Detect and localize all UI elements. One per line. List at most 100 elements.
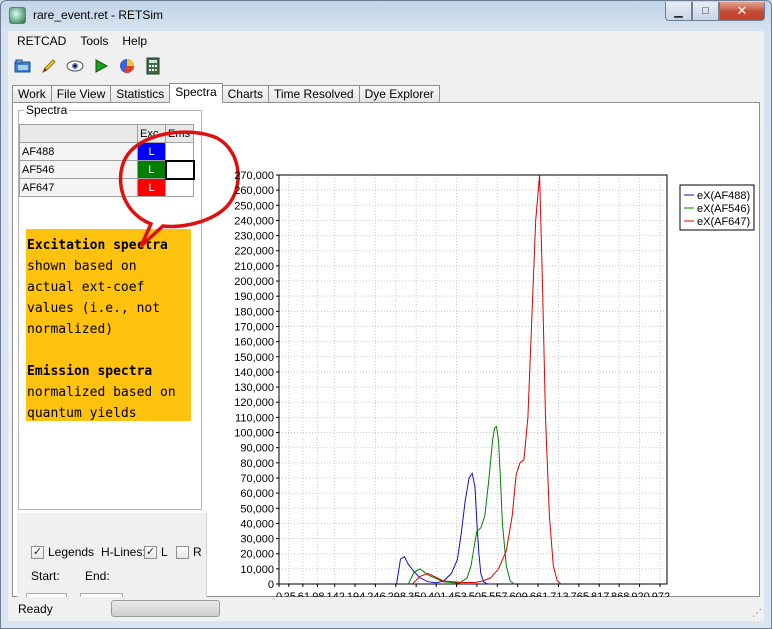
y-tick-label: 40,000: [240, 518, 274, 530]
grid-empty-cell: [194, 161, 220, 179]
window-controls: ▁ □ ✕: [665, 2, 765, 22]
emission-line: quantum yields: [27, 406, 137, 421]
y-tick-label: 210,000: [234, 261, 274, 273]
exc-cell-af488[interactable]: L: [137, 142, 166, 161]
excitation-line: shown based on: [27, 259, 137, 274]
app-icon: [9, 7, 26, 24]
app-window: rare_event.ret - RETSim ▁ □ ✕ RETCAD Too…: [0, 0, 772, 629]
hline-right-checkbox[interactable]: R: [176, 545, 202, 559]
grid-corner: [19, 124, 138, 143]
spectra-group-label: Spectra: [24, 103, 70, 117]
spectra-tab-panel: Spectra Exc Ems AF488 L AF546 L AF647 L …: [12, 102, 760, 613]
excitation-line: actual ext-coef: [27, 280, 145, 295]
spectra-grid: Exc Ems AF488 L AF546 L AF647 L: [19, 124, 220, 197]
menu-tools[interactable]: Tools: [73, 32, 115, 50]
menu-help[interactable]: Help: [115, 32, 154, 50]
play-icon: [95, 59, 109, 73]
y-tick-label: 160,000: [234, 337, 274, 349]
chart-svg: 0 10,000 20,000 30,000 40,000 50,000 60,000 70,…: [234, 170, 755, 603]
tab-charts[interactable]: Charts: [221, 85, 269, 103]
annotation-note: Excitation spectra shown based on actual…: [26, 229, 191, 421]
y-tick-label: 270,000: [234, 170, 274, 182]
pie-chart-button[interactable]: [116, 55, 138, 77]
exc-cell-af647[interactable]: L: [137, 178, 166, 197]
series-line-exaf546: [407, 425, 515, 585]
close-button[interactable]: ✕: [719, 2, 765, 21]
y-tick-label: 60,000: [240, 488, 274, 500]
open-folder-button[interactable]: [12, 55, 34, 77]
y-tick-label: 10,000: [240, 564, 274, 576]
maximize-button[interactable]: □: [692, 2, 719, 21]
y-tick-label: 250,000: [234, 200, 274, 212]
client-area: RETCAD Tools Help Work File View Statist…: [8, 31, 764, 621]
y-tick-label: 50,000: [240, 503, 274, 515]
calculator-button[interactable]: [142, 55, 164, 77]
spectra-chart: 0 10,000 20,000 30,000 40,000 50,000 60,000 70,…: [218, 103, 758, 603]
series-line-exaf488: [396, 472, 491, 585]
open-folder-icon: [14, 59, 31, 73]
y-tick-label: 150,000: [234, 352, 274, 364]
legends-checkbox-box[interactable]: ✓: [31, 545, 44, 559]
edit-button[interactable]: [38, 55, 60, 77]
y-tick-label: 30,000: [240, 534, 274, 546]
chart-options-panel: ✓ Legends H-Lines: ✓ L R Start: End:: [17, 513, 207, 597]
legend-entry: eX(AF647): [697, 216, 750, 228]
calculator-icon: [146, 57, 160, 75]
resize-grip-icon[interactable]: ⋰: [752, 608, 762, 619]
ems-cell-af488[interactable]: [165, 142, 194, 161]
hline-left-checkbox-box[interactable]: ✓: [144, 545, 157, 559]
emission-title: Emission spectra: [27, 364, 153, 379]
tab-time-resolved[interactable]: Time Resolved: [267, 85, 360, 103]
progress-bar: [111, 600, 220, 617]
start-label: Start:: [31, 569, 60, 583]
y-tick-label: 120,000: [234, 397, 274, 409]
hlines-label: H-Lines:: [101, 545, 146, 559]
tab-file-view[interactable]: File View: [50, 85, 112, 103]
y-tick-label: 20,000: [240, 549, 274, 561]
tab-dye-explorer[interactable]: Dye Explorer: [358, 85, 440, 103]
tab-strip: Work File View Statistics Spectra Charts…: [12, 83, 440, 103]
emission-line: normalized based on: [27, 385, 176, 400]
series-line-exaf647: [411, 174, 562, 585]
status-text: Ready: [18, 602, 53, 616]
tab-statistics[interactable]: Statistics: [110, 85, 171, 103]
ems-cell-af647[interactable]: [165, 178, 194, 197]
spectra-group: Spectra Exc Ems AF488 L AF546 L AF647 L …: [18, 103, 240, 510]
y-tick-label: 90,000: [240, 443, 274, 455]
legend-entry: eX(AF488): [697, 190, 750, 202]
y-tick-label: 140,000: [234, 367, 274, 379]
view-button[interactable]: [64, 55, 86, 77]
hline-left-checkbox[interactable]: ✓ L: [144, 545, 168, 559]
y-tick-label: 220,000: [234, 246, 274, 258]
exc-cell-af546[interactable]: L: [137, 160, 166, 179]
end-label: End:: [85, 569, 110, 583]
minimize-button[interactable]: ▁: [665, 2, 692, 21]
run-button[interactable]: [90, 55, 112, 77]
status-bar: Ready ⋰: [8, 597, 764, 621]
hline-right-checkbox-box[interactable]: [176, 545, 189, 559]
menu-bar: RETCAD Tools Help: [8, 31, 764, 51]
legends-checkbox[interactable]: ✓ Legends: [31, 545, 94, 559]
excitation-line: values (i.e., not: [27, 301, 161, 316]
menu-retcad[interactable]: RETCAD: [10, 32, 73, 50]
y-tick-label: 170,000: [234, 321, 274, 333]
y-tick-label: 110,000: [235, 412, 274, 424]
grid-empty-cell: [194, 143, 220, 161]
column-header-ems[interactable]: Ems: [165, 124, 194, 143]
excitation-title: Excitation spectra: [27, 238, 168, 253]
pencil-icon: [41, 59, 56, 74]
row-label-af546: AF546: [19, 160, 138, 179]
column-header-exc[interactable]: Exc: [137, 124, 166, 143]
hline-right-label: R: [193, 545, 202, 559]
y-tick-label: 230,000: [234, 231, 274, 243]
eye-icon: [66, 60, 84, 72]
ems-cell-af546[interactable]: [164, 159, 195, 180]
row-label-af647: AF647: [19, 178, 138, 197]
tab-spectra[interactable]: Spectra: [169, 83, 223, 103]
pie-chart-icon: [120, 59, 134, 73]
y-tick-label: 80,000: [240, 458, 274, 470]
title-bar[interactable]: rare_event.ret - RETSim ▁ □ ✕: [1, 1, 771, 31]
y-tick-label: 0: [268, 579, 274, 591]
tab-work[interactable]: Work: [12, 85, 52, 103]
y-tick-label: 260,000: [234, 185, 274, 197]
